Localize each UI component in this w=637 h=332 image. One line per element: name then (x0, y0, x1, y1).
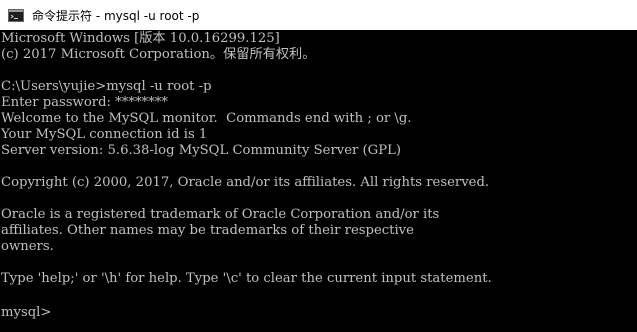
console-line: Welcome to the MySQL monitor. Commands e… (1, 111, 412, 126)
console-line: Oracle is a registered trademark of Orac… (1, 207, 440, 222)
console-line: Server version: 5.6.38-log MySQL Communi… (1, 143, 401, 158)
command-prompt-window: 命令提示符 - mysql -u root -p Microsoft Windo… (0, 0, 637, 332)
window-title: 命令提示符 - mysql -u root -p (32, 8, 200, 23)
console-output[interactable]: Microsoft Windows [版本 10.0.16299.125] (c… (0, 30, 637, 332)
console-line: affiliates. Other names may be trademark… (1, 223, 414, 238)
console-line: (c) 2017 Microsoft Corporation。保留所有权利。 (1, 47, 316, 62)
cmd-icon (8, 8, 24, 22)
console-line: Your MySQL connection id is 1 (1, 127, 208, 142)
title-bar[interactable]: 命令提示符 - mysql -u root -p (0, 0, 637, 30)
console-line: C:\Users\yujie>mysql -u root -p (1, 79, 212, 94)
console-line: Enter password: ******** (1, 95, 168, 110)
mysql-prompt[interactable]: mysql> (1, 305, 59, 321)
console-line: Microsoft Windows [版本 10.0.16299.125] (1, 31, 280, 46)
console-line: owners. (1, 239, 54, 254)
prompt-text: mysql> (1, 305, 52, 320)
console-line: Copyright (c) 2000, 2017, Oracle and/or … (1, 175, 490, 190)
console-line: Type 'help;' or '\h' for help. Type '\c'… (1, 271, 492, 286)
